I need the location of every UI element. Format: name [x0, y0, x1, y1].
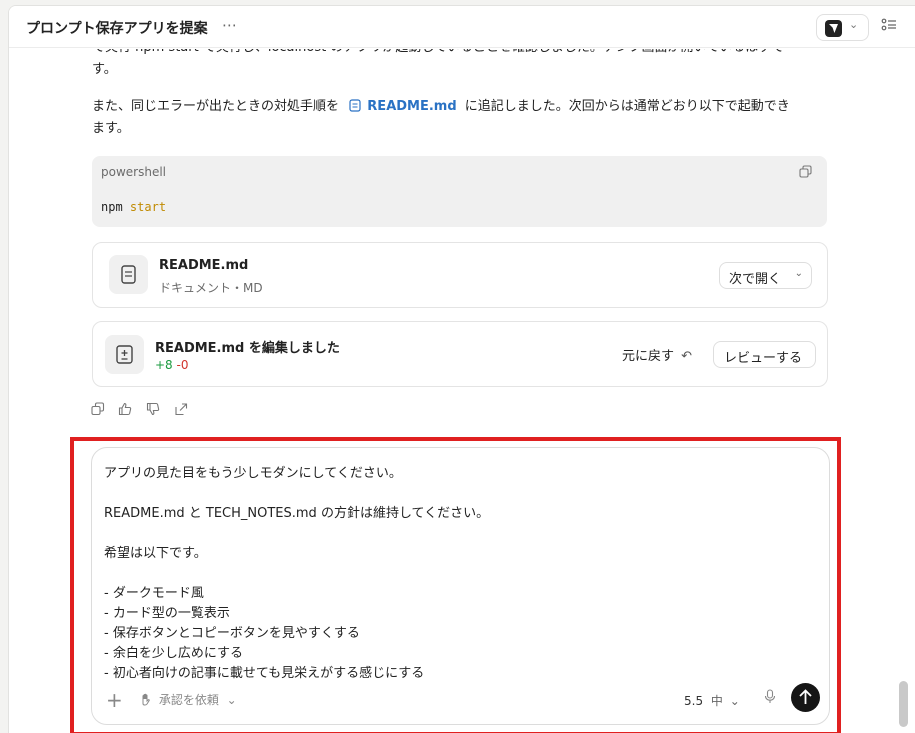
- diff-icon: [116, 345, 133, 364]
- arrow-up-icon: [799, 689, 812, 704]
- approval-mode-label: 承認を依頼: [158, 693, 219, 707]
- copy-icon[interactable]: [799, 165, 812, 178]
- document-icon: [349, 99, 361, 112]
- share-icon[interactable]: [174, 402, 188, 416]
- document-icon: [121, 265, 136, 284]
- edit-card: README.md を編集しました +8 -0 元に戻す ↶ レビューする: [92, 321, 828, 387]
- copy-icon[interactable]: [91, 402, 105, 416]
- model-switcher-button[interactable]: ⌄: [816, 14, 869, 41]
- file-name: README.md: [159, 258, 249, 273]
- code-line: npm start: [101, 200, 166, 214]
- open-with-label: 次で開く: [729, 272, 782, 287]
- message-text: で実行 npm start で実行し、localhost のアプリが起動している…: [92, 49, 832, 81]
- code-argument: start: [129, 200, 167, 214]
- message-line: ます。: [92, 121, 130, 136]
- add-attachment-button[interactable]: +: [106, 688, 123, 712]
- message-text-segment: に追記しました。次回からは通常どおり以下で起動でき: [464, 99, 790, 114]
- deletions-count: -0: [176, 358, 189, 372]
- prompt-line: README.md と TECH_NOTES.md の方針は維持してください。: [104, 506, 490, 521]
- message-line: また、同じエラーが出たときの対処手順を README.md に追記しました。次回…: [92, 96, 832, 118]
- file-card[interactable]: README.md ドキュメント・MD 次で開く ⌄: [92, 242, 828, 308]
- prompt-line: - ダークモード風: [104, 586, 204, 601]
- code-language-label: powershell: [101, 165, 166, 179]
- thumbs-up-icon[interactable]: [118, 402, 132, 416]
- undo-button[interactable]: 元に戻す ↶: [622, 345, 692, 364]
- header-bar: プロンプト保存アプリを提案 ⋯ ⌄: [9, 6, 915, 48]
- chevron-down-icon: ⌄: [729, 694, 740, 708]
- send-button[interactable]: [791, 683, 820, 712]
- diff-icon-tile: [105, 335, 144, 374]
- code-block: powershell npm start: [92, 156, 827, 227]
- model-logo-icon: [825, 20, 842, 37]
- model-version: 5.5: [684, 694, 704, 708]
- edit-title: README.md を編集しました: [155, 341, 340, 356]
- code-command: npm: [101, 200, 123, 214]
- review-button[interactable]: レビューする: [713, 341, 816, 368]
- additions-count: +8: [155, 358, 173, 372]
- approval-mode-dropdown[interactable]: 承認を依頼 ⌄: [140, 691, 237, 708]
- prompt-line: 希望は以下です。: [104, 546, 207, 561]
- message-line: す。: [92, 62, 117, 77]
- conversation-area: で実行 npm start で実行し、localhost のアプリが起動している…: [9, 49, 915, 733]
- diff-stats: +8 -0: [155, 358, 189, 372]
- chevron-down-icon: ⌄: [794, 268, 803, 279]
- prompt-line: - 余白を少し広めにする: [104, 646, 243, 661]
- prompt-line: - カード型の一覧表示: [104, 606, 230, 621]
- message-text: また、同じエラーが出たときの対処手順を README.md に追記しました。次回…: [92, 96, 832, 140]
- readme-link[interactable]: README.md: [367, 99, 456, 114]
- message-line: で実行 npm start で実行し、localhost のアプリが起動している…: [92, 49, 832, 59]
- chevron-down-icon: ⌄: [849, 18, 859, 31]
- file-icon-tile: [109, 255, 148, 294]
- model-effort-dropdown[interactable]: 5.5 中 ⌄: [684, 692, 740, 709]
- thumbs-down-icon[interactable]: [146, 402, 160, 416]
- prompt-composer[interactable]: アプリの見た目をもう少しモダンにしてください。 README.md と TECH…: [91, 447, 830, 725]
- open-with-button[interactable]: 次で開く ⌄: [719, 262, 812, 289]
- task-list-icon[interactable]: [881, 17, 897, 33]
- file-type: ドキュメント・MD: [159, 281, 263, 295]
- effort-level: 中: [710, 694, 723, 708]
- undo-label: 元に戻す: [622, 349, 675, 364]
- more-options-icon[interactable]: ⋯: [222, 16, 238, 34]
- prompt-line: アプリの見た目をもう少しモダンにしてください。: [104, 466, 402, 481]
- microphone-icon[interactable]: [764, 689, 776, 704]
- hand-icon: [142, 693, 150, 706]
- app-window: プロンプト保存アプリを提案 ⋯ ⌄ で実行 npm start で実行し、loc…: [8, 5, 915, 733]
- page-title: プロンプト保存アプリを提案: [26, 21, 208, 37]
- prompt-line: - 初心者向けの記事に載せても見栄えがする感じにする: [104, 666, 425, 681]
- prompt-line: - 保存ボタンとコピーボタンを見やすくする: [104, 626, 360, 641]
- undo-icon: ↶: [681, 349, 693, 364]
- scrollbar-thumb[interactable]: [899, 681, 908, 727]
- chevron-down-icon: ⌄: [226, 693, 237, 707]
- message-text-segment: また、同じエラーが出たときの対処手順を: [92, 99, 340, 114]
